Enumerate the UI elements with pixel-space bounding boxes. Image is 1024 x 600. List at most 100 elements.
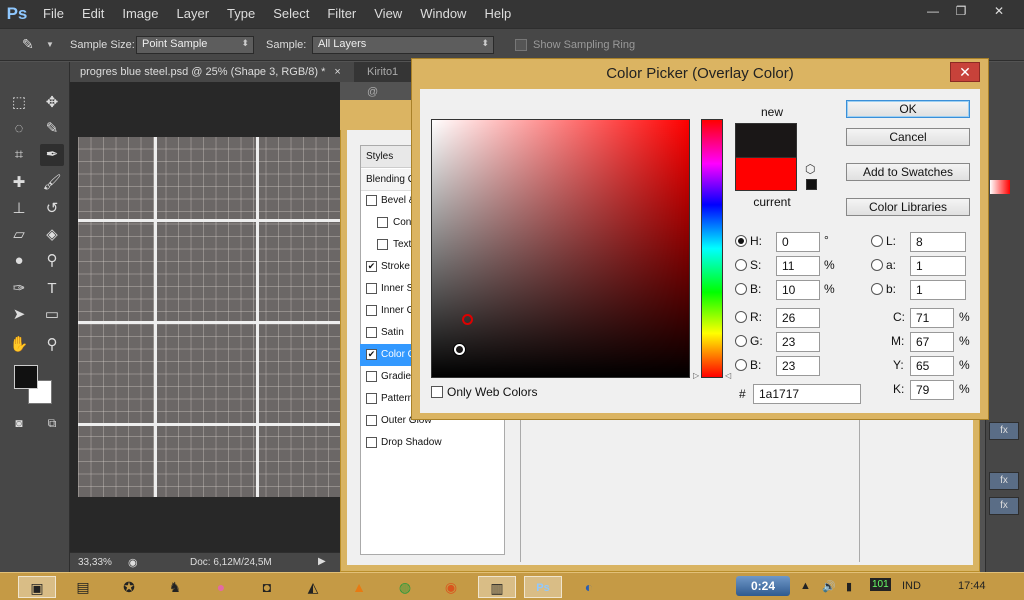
layer-style-checkbox[interactable] <box>366 283 377 294</box>
blue-input[interactable]: 23 <box>776 356 820 376</box>
fx-icon[interactable]: fx <box>989 472 1019 490</box>
eraser-icon[interactable]: ▱ <box>7 224 31 246</box>
web-safe-swatch-icon[interactable] <box>806 179 817 190</box>
r-radio[interactable] <box>735 311 747 323</box>
vlc-icon[interactable]: ▲ <box>340 576 378 598</box>
show-sampling-ring-checkbox[interactable] <box>515 39 527 51</box>
paint-bucket-icon[interactable]: ◈ <box>40 224 64 246</box>
lab-b-radio[interactable] <box>871 283 883 295</box>
menu-file[interactable]: File <box>34 0 73 28</box>
app-icon[interactable]: ✪ <box>110 576 148 598</box>
marquee-icon[interactable]: ⬚ <box>7 92 31 114</box>
eyedropper-icon[interactable]: ✎ <box>22 36 34 53</box>
menu-type[interactable]: Type <box>218 0 264 28</box>
zoom-level[interactable]: 33,33% <box>78 557 112 568</box>
tab-close-icon[interactable]: × <box>334 66 340 78</box>
path-select-icon[interactable]: ➤ <box>7 304 31 326</box>
layer-style-checkbox[interactable] <box>377 239 388 250</box>
blur-icon[interactable]: ● <box>7 250 31 272</box>
type-icon[interactable]: T <box>40 278 64 300</box>
tray-app-icon[interactable]: 101 <box>870 578 891 591</box>
chrome-icon[interactable]: ◍ <box>386 576 424 598</box>
app-icon[interactable]: ● <box>202 576 240 598</box>
layer-style-checkbox[interactable] <box>366 195 377 206</box>
menu-help[interactable]: Help <box>475 0 520 28</box>
blue-radio[interactable] <box>735 359 747 371</box>
layer-style-checkbox[interactable] <box>366 327 377 338</box>
canvas-area[interactable] <box>70 82 340 552</box>
document-canvas[interactable] <box>78 137 340 497</box>
out-of-gamut-cube-icon[interactable]: ⬡ <box>805 162 815 176</box>
b-input[interactable]: 10 <box>776 280 820 300</box>
crop-icon[interactable]: ⌗ <box>7 144 31 166</box>
cancel-button[interactable]: Cancel <box>846 128 970 146</box>
sample-size-select[interactable]: Point Sample ⬍ <box>136 36 254 54</box>
only-web-colors-checkbox[interactable] <box>431 386 443 398</box>
menu-view[interactable]: View <box>365 0 411 28</box>
minimize-icon[interactable]: — <box>918 2 948 20</box>
g-radio[interactable] <box>735 335 747 347</box>
status-info-icon[interactable]: ◉ <box>128 556 138 569</box>
language-indicator[interactable]: IND <box>902 580 921 592</box>
network-icon[interactable]: ▮ <box>846 580 852 593</box>
app-icon[interactable]: ▥ <box>478 576 516 598</box>
lab-b-input[interactable]: 1 <box>910 280 966 300</box>
y-input[interactable]: 65 <box>910 356 954 376</box>
l-input[interactable]: 8 <box>910 232 966 252</box>
layer-style-item[interactable]: Drop Shadow <box>360 432 503 454</box>
lasso-icon[interactable]: ◌ <box>7 118 31 140</box>
quick-select-icon[interactable]: ✎ <box>40 118 64 140</box>
k-input[interactable]: 79 <box>910 380 954 400</box>
tray-arrow-icon[interactable]: ▲ <box>800 580 811 592</box>
desktop-icon[interactable]: ▣ <box>18 576 56 598</box>
app-icon[interactable]: ◘ <box>248 576 286 598</box>
firefox-icon[interactable]: ◉ <box>432 576 470 598</box>
menu-select[interactable]: Select <box>264 0 318 28</box>
layer-style-checkbox[interactable]: ✔ <box>366 261 377 272</box>
fx-icon[interactable]: fx <box>989 497 1019 515</box>
dodge-icon[interactable]: ⚲ <box>40 250 64 272</box>
c-input[interactable]: 71 <box>910 308 954 328</box>
fx-icon[interactable]: fx <box>989 422 1019 440</box>
volume-icon[interactable]: 🔊 <box>822 580 836 593</box>
saturation-brightness-field[interactable] <box>431 119 690 378</box>
current-color-swatch[interactable] <box>735 157 797 191</box>
layer-style-checkbox[interactable] <box>366 305 377 316</box>
video-timer[interactable]: 0:24 <box>736 576 790 596</box>
color-panel-swatch[interactable] <box>990 180 1010 194</box>
quick-mask-icon[interactable]: ◙ <box>7 412 31 434</box>
move-icon[interactable]: ✥ <box>40 92 64 114</box>
a-radio[interactable] <box>871 259 883 271</box>
healing-brush-icon[interactable]: ✚ <box>7 172 31 194</box>
app-icon[interactable]: ♞ <box>156 576 194 598</box>
brush-icon[interactable]: 🖌 <box>40 172 64 194</box>
history-brush-icon[interactable]: ↺ <box>40 198 64 220</box>
new-color-marker[interactable] <box>454 344 465 355</box>
l-radio[interactable] <box>871 235 883 247</box>
hex-input[interactable]: 1a1717 <box>753 384 861 404</box>
eyedropper-tool-icon[interactable]: ✒ <box>40 144 64 166</box>
layer-style-checkbox[interactable] <box>377 217 388 228</box>
tab-kirito1[interactable]: Kirito1 @ <box>357 62 414 98</box>
layer-style-checkbox[interactable] <box>366 393 377 404</box>
clock[interactable]: 17:44 <box>958 580 986 592</box>
h-input[interactable]: 0 <box>776 232 820 252</box>
a-input[interactable]: 1 <box>910 256 966 276</box>
layer-style-checkbox[interactable] <box>366 415 377 426</box>
restore-icon[interactable]: ❐ <box>946 2 976 20</box>
ok-button[interactable]: OK <box>846 100 970 118</box>
layer-style-checkbox[interactable] <box>366 437 377 448</box>
s-input[interactable]: 11 <box>776 256 820 276</box>
hue-slider-right-arrow-icon[interactable]: ◁ <box>725 371 731 380</box>
app-icon[interactable]: ◐ <box>570 576 608 598</box>
s-radio[interactable] <box>735 259 747 271</box>
g-input[interactable]: 23 <box>776 332 820 352</box>
r-input[interactable]: 26 <box>776 308 820 328</box>
close-icon[interactable]: ✕ <box>984 2 1014 20</box>
photoshop-taskbar-icon[interactable]: Ps <box>524 576 562 598</box>
close-icon[interactable]: ✕ <box>950 62 980 82</box>
m-input[interactable]: 67 <box>910 332 954 352</box>
layer-style-checkbox[interactable] <box>366 371 377 382</box>
file-explorer-icon[interactable]: ▤ <box>64 576 102 598</box>
color-libraries-button[interactable]: Color Libraries <box>846 198 970 216</box>
